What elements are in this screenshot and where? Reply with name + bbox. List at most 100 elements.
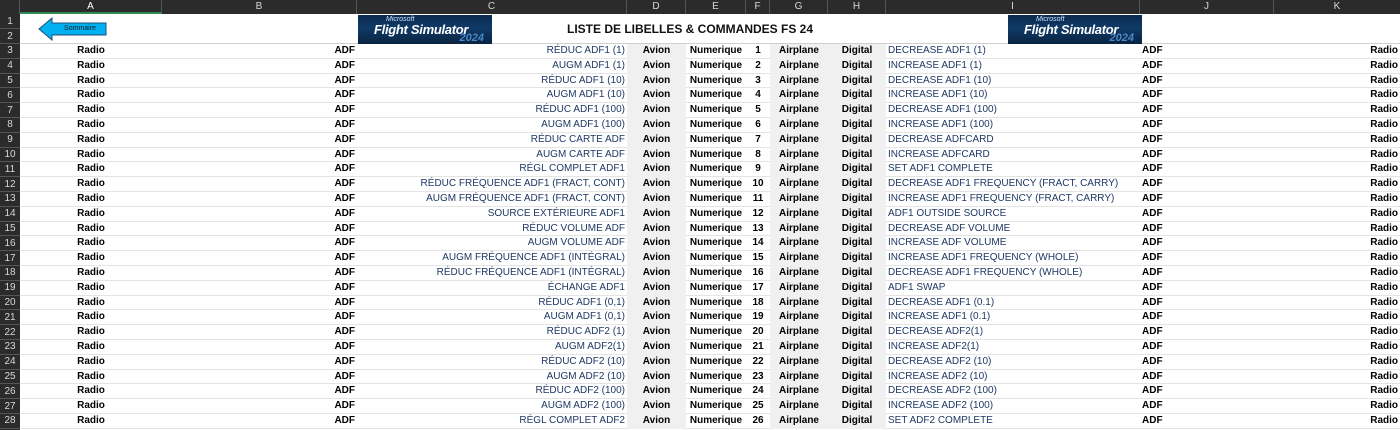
cell-command-en[interactable]: DECREASE ADFCARD (886, 133, 1140, 148)
cell-subcategory-en[interactable]: ADF (1140, 44, 1274, 59)
cell-category[interactable]: Radio (20, 222, 162, 237)
cell-number[interactable]: 7 (746, 133, 770, 148)
cell-subcategory-en[interactable]: ADF (1140, 251, 1274, 266)
column-header-b[interactable]: B (162, 0, 357, 14)
cell-number[interactable]: 6 (746, 118, 770, 133)
row-header[interactable]: 8 (0, 118, 20, 133)
cell-subcategory-en[interactable]: ADF (1140, 281, 1274, 296)
cell-type-en[interactable]: Airplane (770, 58, 828, 74)
cell-subcategory-en[interactable]: ADF (1140, 177, 1274, 192)
cell-number[interactable]: 4 (746, 88, 770, 103)
cell-subcategory-en[interactable]: ADF (1140, 414, 1274, 429)
cell-mode-en[interactable]: Digital (828, 413, 886, 429)
cell-command-en[interactable]: ADF1 OUTSIDE SOURCE (886, 207, 1140, 222)
cell-category-en[interactable]: Radio (1274, 118, 1400, 133)
cell-mode-en[interactable]: Digital (828, 177, 886, 192)
cell-subcategory-en[interactable]: ADF (1140, 222, 1274, 237)
cell-category[interactable]: Radio (20, 44, 162, 59)
cell-subcategory-en[interactable]: ADF (1140, 325, 1274, 340)
cell-command-en[interactable]: DECREASE ADF1 (1) (886, 44, 1140, 59)
cell-command-en[interactable]: DECREASE ADF1 FREQUENCY (FRACT, CARRY) (886, 177, 1140, 192)
row-header[interactable]: 17 (0, 251, 20, 266)
cell-mode-en[interactable]: Digital (828, 295, 886, 311)
cell-subcategory[interactable]: ADF (162, 251, 357, 266)
cell-category[interactable]: Radio (20, 236, 162, 251)
cell-number[interactable]: 18 (746, 296, 770, 311)
cell-number[interactable]: 9 (746, 162, 770, 177)
cell-subcategory[interactable]: ADF (162, 370, 357, 385)
cell-type-fr[interactable]: Avion (627, 44, 686, 59)
cell-type-fr[interactable]: Avion (627, 384, 686, 400)
cell-category[interactable]: Radio (20, 399, 162, 414)
cell-category[interactable]: Radio (20, 192, 162, 207)
cell-label-fr[interactable]: RÉDUC ADF1 (1) (357, 44, 627, 59)
cell-label-fr[interactable]: AUGM ADF2 (100) (357, 399, 627, 414)
cell-mode-fr[interactable]: Numerique (686, 355, 746, 370)
cell-category[interactable]: Radio (20, 59, 162, 74)
cell-number[interactable]: 11 (746, 192, 770, 207)
cell-category[interactable]: Radio (20, 74, 162, 89)
cell-number[interactable]: 19 (746, 310, 770, 325)
cell-mode-en[interactable]: Digital (828, 103, 886, 118)
cell-category-en[interactable]: Radio (1274, 74, 1400, 89)
spreadsheet-grid[interactable]: Sommaire Microsoft Flight Simulator 2024… (20, 14, 1400, 430)
cell-mode-en[interactable]: Digital (828, 354, 886, 370)
column-header-h[interactable]: H (828, 0, 886, 14)
cell-subcategory-en[interactable]: ADF (1140, 266, 1274, 281)
cell-category-en[interactable]: Radio (1274, 281, 1400, 296)
cell-category-en[interactable]: Radio (1274, 192, 1400, 207)
cell-category[interactable]: Radio (20, 310, 162, 325)
cell-subcategory-en[interactable]: ADF (1140, 88, 1274, 103)
cell-mode-en[interactable]: Digital (828, 399, 886, 414)
cell-subcategory-en[interactable]: ADF (1140, 370, 1274, 385)
cell-category-en[interactable]: Radio (1274, 222, 1400, 237)
row-header[interactable]: 3 (0, 44, 20, 59)
cell-mode-en[interactable]: Digital (828, 236, 886, 252)
cell-mode-en[interactable]: Digital (828, 44, 886, 59)
cell-category[interactable]: Radio (20, 251, 162, 266)
cell-category-en[interactable]: Radio (1274, 384, 1400, 399)
row-header[interactable]: 14 (0, 207, 20, 222)
row-header[interactable]: 20 (0, 296, 20, 311)
cell-label-fr[interactable]: AUGM ADF2 (10) (357, 370, 627, 385)
cell-label-fr[interactable]: AUGM CARTE ADF (357, 148, 627, 163)
cell-subcategory-en[interactable]: ADF (1140, 236, 1274, 251)
cell-label-fr[interactable]: SOURCE EXTÉRIEURE ADF1 (357, 207, 627, 222)
cell-label-fr[interactable]: RÉDUC ADF2 (100) (357, 384, 627, 399)
cell-subcategory[interactable]: ADF (162, 281, 357, 296)
cell-type-fr[interactable]: Avion (627, 162, 686, 178)
cell-category-en[interactable]: Radio (1274, 133, 1400, 148)
cell-number[interactable]: 24 (746, 384, 770, 399)
select-all-corner[interactable] (0, 0, 20, 14)
cell-number[interactable]: 1 (746, 44, 770, 59)
row-header[interactable]: 5 (0, 74, 20, 89)
cell-type-en[interactable]: Airplane (770, 265, 828, 281)
cell-subcategory[interactable]: ADF (162, 355, 357, 370)
cell-type-en[interactable]: Airplane (770, 117, 828, 133)
cell-label-fr[interactable]: RÉDUC FRÉQUENCE ADF1 (FRACT, CONT) (357, 177, 627, 192)
cell-subcategory-en[interactable]: ADF (1140, 148, 1274, 163)
cell-mode-en[interactable]: Digital (828, 117, 886, 133)
sommaire-button[interactable]: Sommaire (38, 17, 108, 41)
cell-mode-fr[interactable]: Numerique (686, 222, 746, 237)
cell-type-en[interactable]: Airplane (770, 88, 828, 104)
column-header-a[interactable]: A (20, 0, 162, 14)
cell-mode-fr[interactable]: Numerique (686, 370, 746, 385)
cell-category-en[interactable]: Radio (1274, 177, 1400, 192)
cell-label-fr[interactable]: RÉGL COMPLET ADF1 (357, 162, 627, 177)
cell-subcategory-en[interactable]: ADF (1140, 162, 1274, 177)
cell-subcategory-en[interactable]: ADF (1140, 355, 1274, 370)
row-header[interactable]: 11 (0, 162, 20, 178)
cell-type-en[interactable]: Airplane (770, 177, 828, 192)
cell-mode-fr[interactable]: Numerique (686, 118, 746, 133)
cell-subcategory[interactable]: ADF (162, 222, 357, 237)
column-header-g[interactable]: G (770, 0, 828, 14)
cell-number[interactable]: 14 (746, 236, 770, 251)
cell-type-fr[interactable]: Avion (627, 251, 686, 266)
cell-type-en[interactable]: Airplane (770, 162, 828, 178)
cell-number[interactable]: 20 (746, 325, 770, 340)
column-header-c[interactable]: C (357, 0, 627, 14)
row-header[interactable]: 22 (0, 325, 20, 340)
row-header[interactable]: 19 (0, 281, 20, 296)
cell-label-fr[interactable]: AUGM FRÉQUENCE ADF1 (FRACT, CONT) (357, 192, 627, 207)
